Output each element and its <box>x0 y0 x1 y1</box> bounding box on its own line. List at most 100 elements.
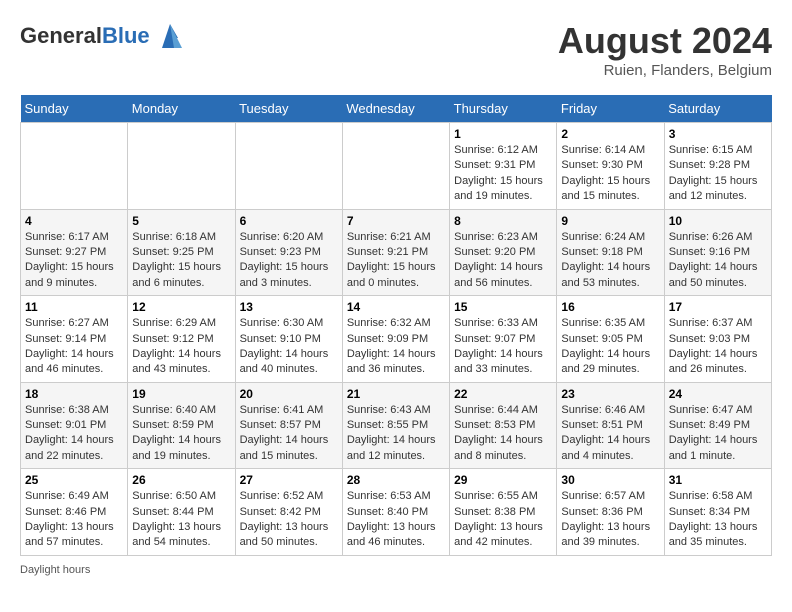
day-number: 5 <box>132 214 230 228</box>
week-row-5: 25 Sunrise: 6:49 AM Sunset: 8:46 PM Dayli… <box>21 469 772 556</box>
calendar-cell: 17 Sunrise: 6:37 AM Sunset: 9:03 PM Dayli… <box>664 296 771 383</box>
day-info: Sunrise: 6:21 AM Sunset: 9:21 PM Dayligh… <box>347 230 445 292</box>
day-info: Sunrise: 6:27 AM Sunset: 9:14 PM Dayligh… <box>25 316 123 378</box>
day-info: Sunrise: 6:15 AM Sunset: 9:28 PM Dayligh… <box>669 143 767 205</box>
day-number: 14 <box>347 300 445 314</box>
week-row-1: 1Sunrise: 6:12 AM Sunset: 9:31 PM Daylig… <box>21 123 772 210</box>
day-info: Sunrise: 6:20 AM Sunset: 9:23 PM Dayligh… <box>240 230 338 292</box>
day-number: 7 <box>347 214 445 228</box>
calendar-cell: 4 Sunrise: 6:17 AM Sunset: 9:27 PM Daylig… <box>21 209 128 296</box>
calendar-cell: 19 Sunrise: 6:40 AM Sunset: 8:59 PM Dayli… <box>128 382 235 469</box>
calendar-cell <box>21 123 128 210</box>
calendar-cell: 23 Sunrise: 6:46 AM Sunset: 8:51 PM Dayli… <box>557 382 664 469</box>
calendar-cell: 8 Sunrise: 6:23 AM Sunset: 9:20 PM Daylig… <box>450 209 557 296</box>
day-info: Sunrise: 6:18 AM Sunset: 9:25 PM Dayligh… <box>132 230 230 292</box>
day-info: Sunrise: 6:47 AM Sunset: 8:49 PM Dayligh… <box>669 403 767 465</box>
day-number: 17 <box>669 300 767 314</box>
logo-icon <box>154 20 186 52</box>
calendar-cell: 25 Sunrise: 6:49 AM Sunset: 8:46 PM Dayli… <box>21 469 128 556</box>
calendar-cell: 10Sunrise: 6:26 AM Sunset: 9:16 PM Dayli… <box>664 209 771 296</box>
calendar-cell: 27 Sunrise: 6:52 AM Sunset: 8:42 PM Dayli… <box>235 469 342 556</box>
day-info: Sunrise: 6:40 AM Sunset: 8:59 PM Dayligh… <box>132 403 230 465</box>
day-number: 30 <box>561 473 659 487</box>
day-number: 25 <box>25 473 123 487</box>
weekday-header-thursday: Thursday <box>450 95 557 123</box>
page-header: GeneralBlue August 2024 Ruien, Flanders,… <box>20 20 772 79</box>
day-info: Sunrise: 6:55 AM Sunset: 8:38 PM Dayligh… <box>454 489 552 551</box>
calendar-body: 1Sunrise: 6:12 AM Sunset: 9:31 PM Daylig… <box>21 123 772 556</box>
day-info: Sunrise: 6:12 AM Sunset: 9:31 PM Dayligh… <box>454 143 552 205</box>
footer-label: Daylight hours <box>20 564 90 576</box>
calendar-cell: 2Sunrise: 6:14 AM Sunset: 9:30 PM Daylig… <box>557 123 664 210</box>
week-row-2: 4 Sunrise: 6:17 AM Sunset: 9:27 PM Daylig… <box>21 209 772 296</box>
calendar-cell: 1Sunrise: 6:12 AM Sunset: 9:31 PM Daylig… <box>450 123 557 210</box>
day-number: 4 <box>25 214 123 228</box>
day-number: 26 <box>132 473 230 487</box>
calendar-cell: 12 Sunrise: 6:29 AM Sunset: 9:12 PM Dayli… <box>128 296 235 383</box>
day-info: Sunrise: 6:37 AM Sunset: 9:03 PM Dayligh… <box>669 316 767 378</box>
calendar-cell: 20 Sunrise: 6:41 AM Sunset: 8:57 PM Dayli… <box>235 382 342 469</box>
logo: GeneralBlue <box>20 20 186 52</box>
calendar-header: SundayMondayTuesdayWednesdayThursdayFrid… <box>21 95 772 123</box>
footer: Daylight hours <box>20 564 772 576</box>
day-info: Sunrise: 6:43 AM Sunset: 8:55 PM Dayligh… <box>347 403 445 465</box>
day-number: 31 <box>669 473 767 487</box>
calendar-cell: 11 Sunrise: 6:27 AM Sunset: 9:14 PM Dayli… <box>21 296 128 383</box>
day-number: 6 <box>240 214 338 228</box>
calendar-cell: 30Sunrise: 6:57 AM Sunset: 8:36 PM Dayli… <box>557 469 664 556</box>
day-info: Sunrise: 6:38 AM Sunset: 9:01 PM Dayligh… <box>25 403 123 465</box>
title-block: August 2024 Ruien, Flanders, Belgium <box>558 20 772 79</box>
day-info: Sunrise: 6:52 AM Sunset: 8:42 PM Dayligh… <box>240 489 338 551</box>
weekday-row: SundayMondayTuesdayWednesdayThursdayFrid… <box>21 95 772 123</box>
day-number: 12 <box>132 300 230 314</box>
day-number: 11 <box>25 300 123 314</box>
day-info: Sunrise: 6:41 AM Sunset: 8:57 PM Dayligh… <box>240 403 338 465</box>
day-number: 13 <box>240 300 338 314</box>
month-title: August 2024 <box>558 20 772 62</box>
day-number: 19 <box>132 387 230 401</box>
weekday-header-friday: Friday <box>557 95 664 123</box>
calendar-cell: 24 Sunrise: 6:47 AM Sunset: 8:49 PM Dayli… <box>664 382 771 469</box>
day-info: Sunrise: 6:49 AM Sunset: 8:46 PM Dayligh… <box>25 489 123 551</box>
day-number: 27 <box>240 473 338 487</box>
day-info: Sunrise: 6:46 AM Sunset: 8:51 PM Dayligh… <box>561 403 659 465</box>
calendar-cell: 6 Sunrise: 6:20 AM Sunset: 9:23 PM Daylig… <box>235 209 342 296</box>
day-number: 28 <box>347 473 445 487</box>
calendar-cell: 14 Sunrise: 6:32 AM Sunset: 9:09 PM Dayli… <box>342 296 449 383</box>
day-number: 8 <box>454 214 552 228</box>
day-info: Sunrise: 6:14 AM Sunset: 9:30 PM Dayligh… <box>561 143 659 205</box>
day-number: 15 <box>454 300 552 314</box>
day-info: Sunrise: 6:32 AM Sunset: 9:09 PM Dayligh… <box>347 316 445 378</box>
calendar-cell <box>342 123 449 210</box>
day-number: 20 <box>240 387 338 401</box>
day-info: Sunrise: 6:17 AM Sunset: 9:27 PM Dayligh… <box>25 230 123 292</box>
calendar-table: SundayMondayTuesdayWednesdayThursdayFrid… <box>20 95 772 556</box>
calendar-cell <box>128 123 235 210</box>
calendar-cell: 28Sunrise: 6:53 AM Sunset: 8:40 PM Dayli… <box>342 469 449 556</box>
day-info: Sunrise: 6:29 AM Sunset: 9:12 PM Dayligh… <box>132 316 230 378</box>
logo-general: General <box>20 23 102 48</box>
day-info: Sunrise: 6:50 AM Sunset: 8:44 PM Dayligh… <box>132 489 230 551</box>
weekday-header-monday: Monday <box>128 95 235 123</box>
calendar-cell: 5 Sunrise: 6:18 AM Sunset: 9:25 PM Daylig… <box>128 209 235 296</box>
day-info: Sunrise: 6:58 AM Sunset: 8:34 PM Dayligh… <box>669 489 767 551</box>
day-number: 24 <box>669 387 767 401</box>
weekday-header-sunday: Sunday <box>21 95 128 123</box>
day-number: 18 <box>25 387 123 401</box>
calendar-cell: 18 Sunrise: 6:38 AM Sunset: 9:01 PM Dayli… <box>21 382 128 469</box>
day-number: 10 <box>669 214 767 228</box>
calendar-cell: 13Sunrise: 6:30 AM Sunset: 9:10 PM Dayli… <box>235 296 342 383</box>
calendar-cell: 7 Sunrise: 6:21 AM Sunset: 9:21 PM Daylig… <box>342 209 449 296</box>
calendar-cell: 26 Sunrise: 6:50 AM Sunset: 8:44 PM Dayli… <box>128 469 235 556</box>
weekday-header-tuesday: Tuesday <box>235 95 342 123</box>
day-info: Sunrise: 6:44 AM Sunset: 8:53 PM Dayligh… <box>454 403 552 465</box>
calendar-cell: 3 Sunrise: 6:15 AM Sunset: 9:28 PM Daylig… <box>664 123 771 210</box>
calendar-cell: 21Sunrise: 6:43 AM Sunset: 8:55 PM Dayli… <box>342 382 449 469</box>
day-info: Sunrise: 6:23 AM Sunset: 9:20 PM Dayligh… <box>454 230 552 292</box>
day-number: 3 <box>669 127 767 141</box>
week-row-3: 11 Sunrise: 6:27 AM Sunset: 9:14 PM Dayli… <box>21 296 772 383</box>
day-number: 16 <box>561 300 659 314</box>
weekday-header-saturday: Saturday <box>664 95 771 123</box>
day-number: 23 <box>561 387 659 401</box>
day-info: Sunrise: 6:35 AM Sunset: 9:05 PM Dayligh… <box>561 316 659 378</box>
